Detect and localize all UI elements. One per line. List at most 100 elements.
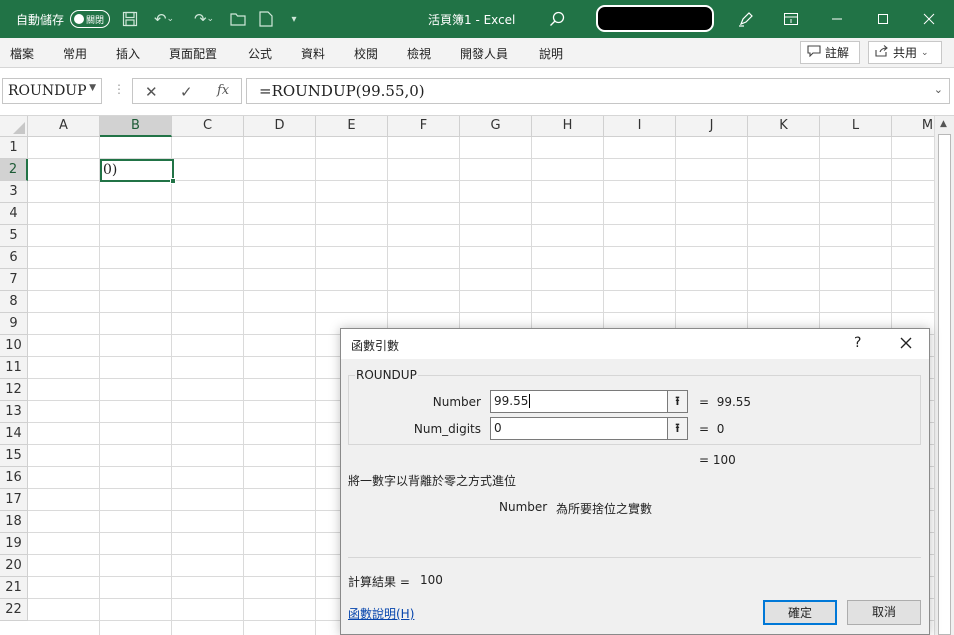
- column-header-l[interactable]: L: [820, 116, 892, 137]
- column-header-a[interactable]: A: [28, 116, 100, 137]
- function-arguments-dialog: 函數引數 ? ROUNDUP Number 99.55 ⭱ = 99.55 Nu…: [340, 328, 930, 635]
- row-header-1[interactable]: 1: [0, 137, 28, 159]
- row-header-22[interactable]: 22: [0, 599, 28, 621]
- insert-function-icon[interactable]: fx: [217, 83, 229, 98]
- row-header-3[interactable]: 3: [0, 181, 28, 203]
- row-header-8[interactable]: 8: [0, 291, 28, 313]
- minimize-icon[interactable]: [814, 8, 860, 30]
- row-header-4[interactable]: 4: [0, 203, 28, 225]
- menu-help[interactable]: 說明: [539, 45, 563, 62]
- column-header-m[interactable]: M: [892, 116, 934, 137]
- row-header-9[interactable]: 9: [0, 313, 28, 335]
- autosave-state: 關閉: [86, 16, 105, 26]
- menu-home[interactable]: 常用: [63, 45, 87, 62]
- comments-button[interactable]: 註解: [800, 41, 860, 64]
- arg-num-digits-input[interactable]: 0: [490, 417, 688, 440]
- window-title: 活頁簿1 - Excel: [428, 13, 516, 27]
- formula-input[interactable]: =ROUNDUP(99.55,0) ⌄: [246, 78, 950, 104]
- arg-number-result: 99.55: [716, 395, 752, 409]
- menu-file[interactable]: 檔案: [10, 45, 34, 62]
- dialog-close-icon[interactable]: [899, 332, 913, 355]
- column-header-g[interactable]: G: [460, 116, 532, 137]
- row-header-12[interactable]: 12: [0, 379, 28, 401]
- column-header-e[interactable]: E: [316, 116, 388, 137]
- row-header-16[interactable]: 16: [0, 467, 28, 489]
- column-header-j[interactable]: J: [676, 116, 748, 137]
- column-header-c[interactable]: C: [172, 116, 244, 137]
- formula-bar-buttons: ✕ ✓ fx: [132, 78, 242, 104]
- formula-text: =ROUNDUP(99.55,0): [259, 82, 425, 100]
- active-cell-content: 0): [103, 162, 118, 178]
- column-header-k[interactable]: K: [748, 116, 820, 137]
- share-button[interactable]: 共用 ⌄: [868, 41, 942, 64]
- arg-number-value: 99.55: [494, 394, 529, 408]
- pen-icon[interactable]: [735, 10, 757, 28]
- print-preview-icon[interactable]: [256, 10, 276, 28]
- close-icon[interactable]: [906, 8, 952, 30]
- column-header-b[interactable]: B: [100, 116, 172, 137]
- row-header-6[interactable]: 6: [0, 247, 28, 269]
- menu-review[interactable]: 校閱: [354, 45, 378, 62]
- menu-view[interactable]: 檢視: [407, 45, 431, 62]
- row-header-19[interactable]: 19: [0, 533, 28, 555]
- confirm-entry-icon[interactable]: ✓: [180, 83, 193, 101]
- menu-developer[interactable]: 開發人員: [460, 45, 508, 62]
- customize-toolbar-icon[interactable]: ▾: [286, 10, 302, 28]
- ok-button[interactable]: 確定: [763, 600, 837, 625]
- help-icon[interactable]: ?: [854, 335, 861, 351]
- expand-formula-bar-icon[interactable]: ⌄: [934, 83, 943, 96]
- arg-number-equals: = 99.55: [699, 395, 752, 409]
- function-description: 將一數字以背離於零之方式進位: [348, 474, 517, 488]
- menu-bar: 檔案 常用 插入 頁面配置 公式 資料 校閱 檢視 開發人員 說明 註解 共用 …: [0, 38, 954, 68]
- open-folder-icon[interactable]: [228, 10, 248, 28]
- scrollbar-thumb[interactable]: [938, 134, 951, 635]
- arg-help-name: Number: [499, 500, 548, 514]
- title-bar: 自動儲存 關閉 ↶ ⌄ ↷ ⌄ ▾ 活頁簿1 - Excel: [0, 0, 954, 38]
- name-box-dropdown-icon[interactable]: ▼: [89, 83, 96, 93]
- row-header-10[interactable]: 10: [0, 335, 28, 357]
- arg-num-digits-collapse-button[interactable]: ⭱: [667, 417, 688, 440]
- column-header-d[interactable]: D: [244, 116, 316, 137]
- search-icon[interactable]: [546, 10, 568, 28]
- toggle-knob: [74, 14, 84, 24]
- cancel-entry-icon[interactable]: ✕: [145, 83, 158, 101]
- undo-icon[interactable]: ↶ ⌄: [150, 10, 178, 28]
- menu-page-layout[interactable]: 頁面配置: [169, 45, 217, 62]
- row-header-13[interactable]: 13: [0, 401, 28, 423]
- row-header-18[interactable]: 18: [0, 511, 28, 533]
- row-header-21[interactable]: 21: [0, 577, 28, 599]
- active-cell-b2[interactable]: 0): [100, 159, 176, 184]
- cancel-button[interactable]: 取消: [847, 600, 921, 625]
- name-box-value: ROUNDUP: [8, 83, 87, 99]
- formula-bar-resize-handle[interactable]: ⋮: [113, 82, 125, 96]
- autosave-label: 自動儲存: [16, 13, 65, 27]
- function-help-link[interactable]: 函數說明(H): [348, 605, 414, 622]
- arg-number-collapse-button[interactable]: ⭱: [667, 390, 688, 413]
- save-icon[interactable]: [120, 10, 140, 28]
- row-header-20[interactable]: 20: [0, 555, 28, 577]
- column-header-h[interactable]: H: [532, 116, 604, 137]
- redacted-account-area: [596, 5, 714, 32]
- scroll-up-icon[interactable]: ▲: [940, 119, 947, 129]
- arg-number-input[interactable]: 99.55: [490, 390, 688, 413]
- ribbon-display-icon[interactable]: [768, 8, 814, 30]
- menu-insert[interactable]: 插入: [116, 45, 140, 62]
- row-header-5[interactable]: 5: [0, 225, 28, 247]
- name-box[interactable]: ROUNDUP ▼: [2, 78, 102, 104]
- redo-icon[interactable]: ↷ ⌄: [190, 10, 218, 28]
- row-header-17[interactable]: 17: [0, 489, 28, 511]
- row-header-2[interactable]: 2: [0, 159, 28, 181]
- row-header-11[interactable]: 11: [0, 357, 28, 379]
- menu-formulas[interactable]: 公式: [248, 45, 272, 62]
- column-header-i[interactable]: I: [604, 116, 676, 137]
- fill-handle[interactable]: [170, 178, 176, 184]
- select-all-button[interactable]: [0, 116, 28, 137]
- vertical-scrollbar[interactable]: ▲: [934, 116, 954, 635]
- autosave-toggle[interactable]: 關閉: [70, 10, 110, 28]
- row-header-7[interactable]: 7: [0, 269, 28, 291]
- row-header-15[interactable]: 15: [0, 445, 28, 467]
- maximize-icon[interactable]: [860, 8, 906, 30]
- row-header-14[interactable]: 14: [0, 423, 28, 445]
- column-header-f[interactable]: F: [388, 116, 460, 137]
- menu-data[interactable]: 資料: [301, 45, 325, 62]
